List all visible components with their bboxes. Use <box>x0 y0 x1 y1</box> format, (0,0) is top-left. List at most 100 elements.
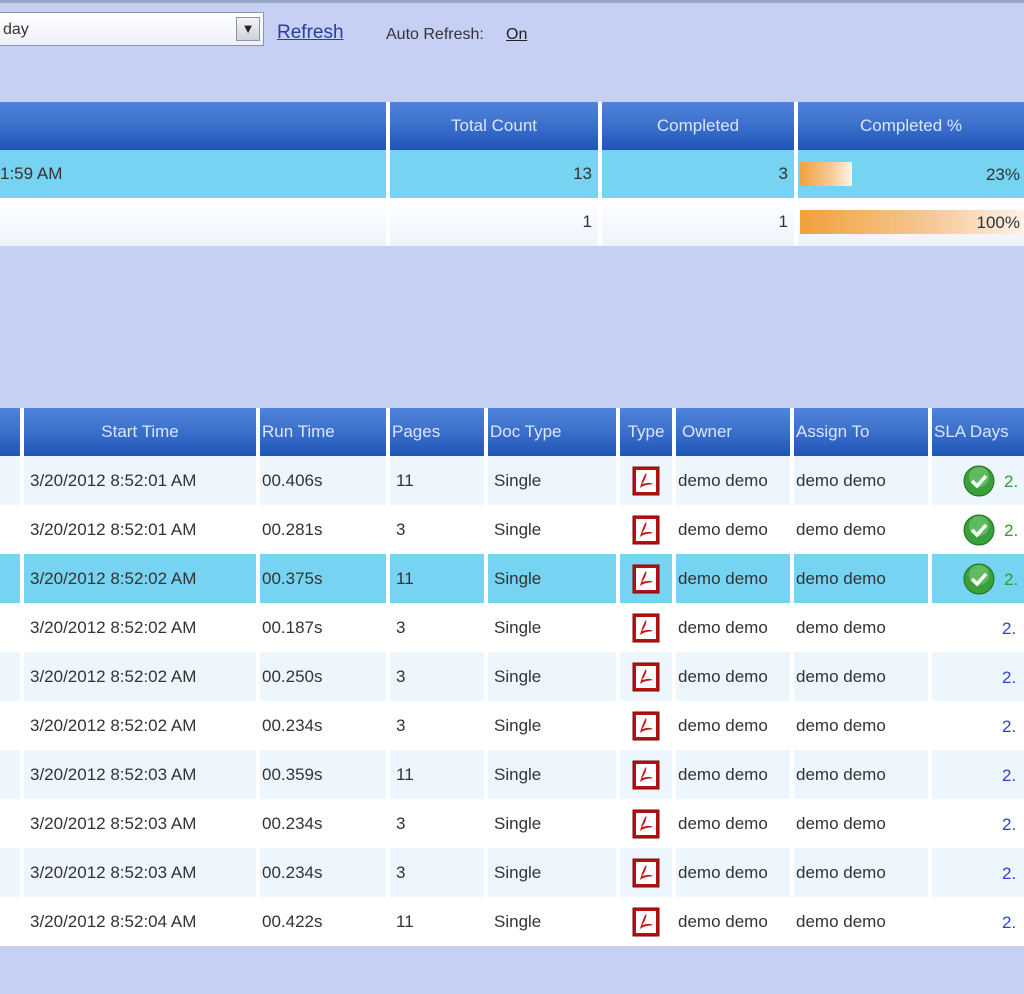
detail-header-doc-type[interactable]: Doc Type <box>486 408 620 456</box>
cell-owner: demo demo <box>674 701 794 750</box>
detail-header-start-time[interactable]: Start Time <box>22 408 260 456</box>
cell-assign-to: demo demo <box>792 897 932 946</box>
cell-doc-type: Single <box>486 799 620 848</box>
auto-refresh-toggle[interactable]: On <box>506 26 527 44</box>
cell-run-time: 00.375s <box>258 554 390 603</box>
pdf-icon[interactable] <box>632 613 660 643</box>
sla-value: 2. <box>1002 717 1017 736</box>
row-select-cell[interactable] <box>0 897 24 946</box>
table-row[interactable]: 3/20/2012 8:52:02 AM 00.234s 3 Single de… <box>0 701 1024 750</box>
cell-type <box>618 848 676 897</box>
summary-header-total[interactable]: Total Count <box>388 102 602 150</box>
progress-label: 100% <box>976 213 1020 232</box>
cell-assign-to: demo demo <box>792 554 932 603</box>
cell-owner: demo demo <box>674 505 794 554</box>
row-select-cell[interactable] <box>0 652 24 701</box>
dropdown-arrow-icon[interactable]: ▼ <box>236 17 260 41</box>
refresh-link[interactable]: Refresh <box>277 22 344 44</box>
cell-assign-to: demo demo <box>792 799 932 848</box>
table-row[interactable]: 3/20/2012 8:52:03 AM 00.234s 3 Single de… <box>0 799 1024 848</box>
cell-run-time: 00.187s <box>258 603 390 652</box>
detail-header-sla-days[interactable]: SLA Days <box>930 408 1024 456</box>
row-select-cell[interactable] <box>0 701 24 750</box>
sla-value: 2. <box>1002 864 1017 883</box>
cell-sla-days: 2. <box>930 848 1024 897</box>
period-select[interactable]: day ▼ <box>0 12 264 46</box>
cell-run-time: 00.422s <box>258 897 390 946</box>
pdf-icon[interactable] <box>632 515 660 545</box>
cell-doc-type: Single <box>486 554 620 603</box>
pdf-icon[interactable] <box>632 711 660 741</box>
table-row[interactable]: 3/20/2012 8:52:03 AM 00.359s 11 Single d… <box>0 750 1024 799</box>
cell-doc-type: Single <box>486 505 620 554</box>
summary-header-completed-pct[interactable]: Completed % <box>796 102 1024 150</box>
cell-start-time: 3/20/2012 8:52:02 AM <box>22 701 260 750</box>
row-select-cell[interactable] <box>0 505 24 554</box>
cell-assign-to: demo demo <box>792 456 932 505</box>
detail-header-owner[interactable]: Owner <box>674 408 794 456</box>
table-row[interactable]: 3/20/2012 8:52:04 AM 00.422s 11 Single d… <box>0 897 1024 946</box>
summary-header-name[interactable] <box>0 102 390 150</box>
pdf-icon[interactable] <box>632 858 660 888</box>
summary-header-completed[interactable]: Completed <box>600 102 798 150</box>
cell-sla-days: 2. <box>930 505 1024 554</box>
summary-row[interactable]: 1:59 AM 13 3 23% <box>0 150 1024 198</box>
cell-pages: 3 <box>388 799 488 848</box>
row-select-cell[interactable] <box>0 750 24 799</box>
table-row[interactable]: 3/20/2012 8:52:01 AM 00.406s 11 Single d… <box>0 456 1024 505</box>
progress-label: 23% <box>985 165 1020 184</box>
cell-owner: demo demo <box>674 799 794 848</box>
cell-pages: 11 <box>388 750 488 799</box>
cell-doc-type: Single <box>486 848 620 897</box>
pdf-icon[interactable] <box>632 662 660 692</box>
summary-row[interactable]: 1 1 100% <box>0 198 1024 246</box>
cell-run-time: 00.234s <box>258 701 390 750</box>
row-select-cell[interactable] <box>0 456 24 505</box>
row-select-cell[interactable] <box>0 799 24 848</box>
detail-header-select[interactable] <box>0 408 24 456</box>
row-select-cell[interactable] <box>0 603 24 652</box>
table-row[interactable]: 3/20/2012 8:52:02 AM 00.187s 3 Single de… <box>0 603 1024 652</box>
sla-value: 2. <box>1002 913 1017 932</box>
row-select-cell[interactable] <box>0 554 24 603</box>
pdf-icon[interactable] <box>632 809 660 839</box>
table-row[interactable]: 3/20/2012 8:52:02 AM 00.250s 3 Single de… <box>0 652 1024 701</box>
cell-start-time: 3/20/2012 8:52:03 AM <box>22 750 260 799</box>
pdf-icon[interactable] <box>632 466 660 496</box>
sla-value: 2. <box>1002 668 1017 687</box>
cell-owner: demo demo <box>674 652 794 701</box>
pdf-icon[interactable] <box>632 907 660 937</box>
cell-type <box>618 603 676 652</box>
summary-cell-total: 13 <box>388 150 602 198</box>
sla-value: 2. <box>1002 815 1017 834</box>
pdf-icon[interactable] <box>632 564 660 594</box>
pdf-icon[interactable] <box>632 760 660 790</box>
cell-sla-days: 2. <box>930 799 1024 848</box>
table-row[interactable]: 3/20/2012 8:52:01 AM 00.281s 3 Single de… <box>0 505 1024 554</box>
cell-owner: demo demo <box>674 848 794 897</box>
cell-pages: 3 <box>388 848 488 897</box>
summary-header-row: Total Count Completed Completed % <box>0 102 1024 150</box>
detail-grid: Start Time Run Time Pages Doc Type Type … <box>0 408 1024 946</box>
cell-type <box>618 799 676 848</box>
cell-doc-type: Single <box>486 603 620 652</box>
table-row[interactable]: 3/20/2012 8:52:02 AM 00.375s 11 Single d… <box>0 554 1024 603</box>
cell-type <box>618 554 676 603</box>
detail-header-run-time[interactable]: Run Time <box>258 408 390 456</box>
cell-sla-days: 2. <box>930 897 1024 946</box>
cell-assign-to: demo demo <box>792 701 932 750</box>
cell-pages: 3 <box>388 701 488 750</box>
toolbar: day ▼ Refresh Auto Refresh: On <box>0 12 1024 52</box>
cell-sla-days: 2. <box>930 701 1024 750</box>
cell-doc-type: Single <box>486 897 620 946</box>
summary-cell-total: 1 <box>388 198 602 246</box>
sla-value: 2. <box>1004 570 1019 589</box>
detail-header-type[interactable]: Type <box>618 408 676 456</box>
row-select-cell[interactable] <box>0 848 24 897</box>
table-row[interactable]: 3/20/2012 8:52:03 AM 00.234s 3 Single de… <box>0 848 1024 897</box>
detail-header-assign-to[interactable]: Assign To <box>792 408 932 456</box>
cell-type <box>618 456 676 505</box>
detail-header-pages[interactable]: Pages <box>388 408 488 456</box>
detail-header-row: Start Time Run Time Pages Doc Type Type … <box>0 408 1024 456</box>
cell-type <box>618 652 676 701</box>
